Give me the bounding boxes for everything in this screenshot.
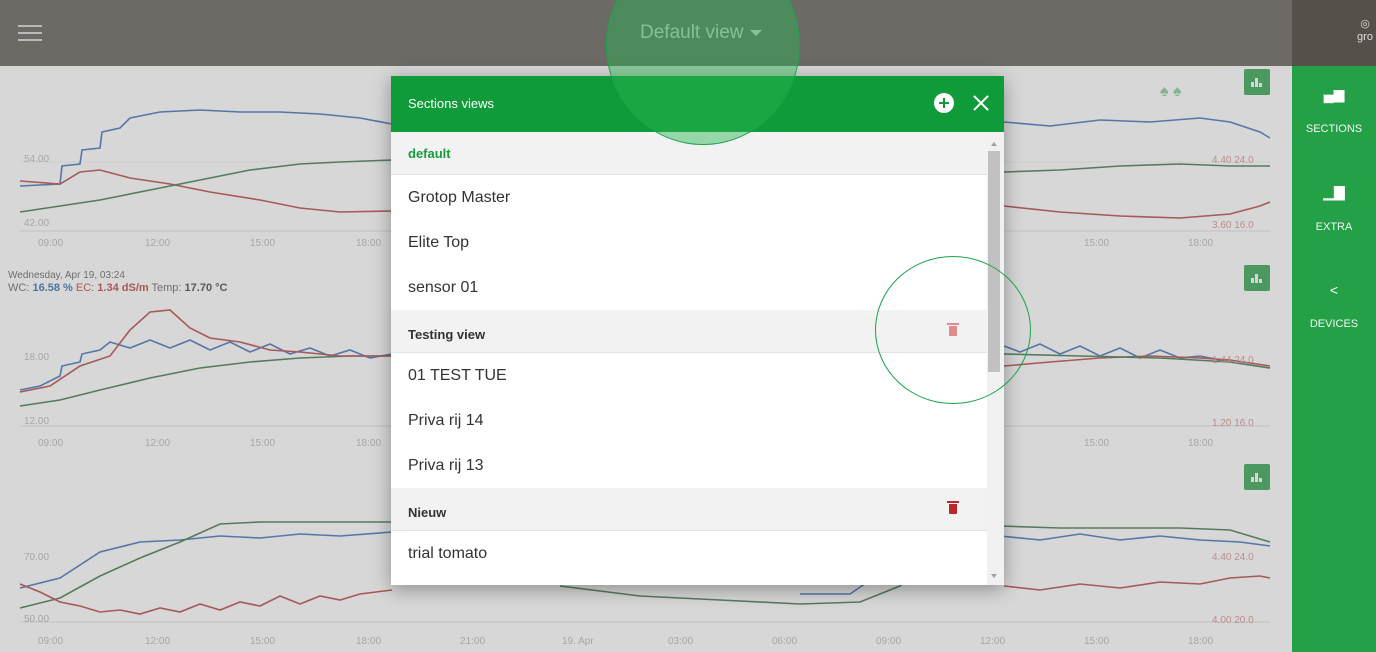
svg-text:12:00: 12:00 — [145, 238, 170, 249]
views-list: default Grotop Master Elite Top sensor 0… — [391, 132, 987, 585]
scrollbar-thumb[interactable] — [988, 151, 1000, 372]
svg-text:42.00: 42.00 — [24, 218, 49, 229]
list-item[interactable]: Priva rij 13 — [391, 443, 987, 488]
modal-header: Sections views — [391, 76, 1004, 132]
svg-text:4.40 24.0: 4.40 24.0 — [1212, 552, 1254, 563]
hamburger-icon[interactable] — [18, 25, 42, 41]
svg-text:18:00: 18:00 — [356, 238, 381, 249]
nav-extra[interactable]: ▁▇ EXTRA — [1292, 184, 1376, 233]
trash-icon[interactable] — [947, 501, 959, 514]
svg-text:15:00: 15:00 — [250, 636, 275, 647]
svg-text:18:00: 18:00 — [1188, 636, 1213, 647]
svg-text:09:00: 09:00 — [38, 438, 63, 449]
svg-text:19. Apr: 19. Apr — [562, 636, 594, 647]
nav-sections[interactable]: ▄▆ SECTIONS — [1292, 86, 1376, 135]
list-item[interactable]: trial tomato — [391, 531, 987, 576]
list-item[interactable]: Elite Top — [391, 220, 987, 265]
list-item[interactable]: Grotop Master — [391, 175, 987, 220]
group-header-nieuw[interactable]: Nieuw — [391, 488, 987, 531]
scroll-up-icon[interactable] — [991, 142, 997, 146]
svg-text:1.20 16.0: 1.20 16.0 — [1212, 418, 1254, 429]
svg-text:50.00: 50.00 — [24, 614, 49, 625]
svg-text:♠ ♠: ♠ ♠ — [1160, 83, 1182, 100]
list-item[interactable]: 01 TEST TUE — [391, 353, 987, 398]
nav-devices[interactable]: < DEVICES — [1292, 282, 1376, 330]
group-header-default[interactable]: default — [391, 132, 987, 175]
top-bar: Default view ◎ gro — [0, 0, 1376, 66]
svg-text:3.60 16.0: 3.60 16.0 — [1212, 220, 1254, 231]
close-icon[interactable] — [969, 91, 993, 115]
add-view-button[interactable] — [934, 93, 954, 113]
chart-panel-1-button[interactable] — [1244, 69, 1270, 95]
logo: ◎ gro — [1357, 18, 1373, 43]
svg-text:4.40 24.0: 4.40 24.0 — [1212, 155, 1254, 166]
svg-text:54.00: 54.00 — [24, 154, 49, 165]
svg-text:15:00: 15:00 — [1084, 238, 1109, 249]
svg-text:15:00: 15:00 — [250, 238, 275, 249]
svg-text:12:00: 12:00 — [145, 636, 170, 647]
share-icon: < — [1329, 282, 1339, 298]
svg-text:21:00: 21:00 — [460, 636, 485, 647]
column-chart-icon: ▁▇ — [1323, 184, 1345, 200]
chart-panel-3-button[interactable] — [1244, 464, 1270, 490]
chart-readout: WC: 16.58 % EC: 1.34 dS/m Temp: 17.70 °C — [8, 282, 228, 294]
svg-text:09:00: 09:00 — [38, 238, 63, 249]
modal-title: Sections views — [408, 96, 494, 111]
chart-panel-2-button[interactable] — [1244, 265, 1270, 291]
svg-text:18:00: 18:00 — [356, 438, 381, 449]
svg-text:09:00: 09:00 — [876, 636, 901, 647]
svg-text:15:00: 15:00 — [1084, 636, 1109, 647]
chart-date-label: Wednesday, Apr 19, 03:24 — [8, 270, 125, 281]
group-header-testing-view[interactable]: Testing view — [391, 310, 987, 353]
svg-text:12.00: 12.00 — [24, 416, 49, 427]
svg-text:15:00: 15:00 — [250, 438, 275, 449]
trash-icon[interactable] — [947, 323, 959, 336]
view-title: Default view — [640, 22, 744, 43]
svg-text:12:00: 12:00 — [980, 636, 1005, 647]
sections-views-modal: Sections views default Grotop Master Eli… — [391, 76, 1004, 585]
bar-chart-icon: ▄▆ — [1323, 86, 1345, 102]
svg-text:15:00: 15:00 — [1084, 438, 1109, 449]
view-selector[interactable]: Default view — [640, 22, 762, 44]
scroll-down-icon[interactable] — [991, 574, 997, 578]
svg-text:18:00: 18:00 — [1188, 438, 1213, 449]
svg-text:03:00: 03:00 — [668, 636, 693, 647]
right-sidebar: ▄▆ SECTIONS ▁▇ EXTRA < DEVICES — [1292, 66, 1376, 652]
svg-text:18:00: 18:00 — [356, 636, 381, 647]
svg-text:4.00 20.0: 4.00 20.0 — [1212, 615, 1254, 626]
svg-text:09:00: 09:00 — [38, 636, 63, 647]
caret-down-icon — [749, 29, 762, 36]
svg-text:18:00: 18:00 — [1188, 238, 1213, 249]
list-item[interactable]: Priva rij 14 — [391, 398, 987, 443]
svg-text:70.00: 70.00 — [24, 552, 49, 563]
svg-text:12:00: 12:00 — [145, 438, 170, 449]
svg-text:18.00: 18.00 — [24, 352, 49, 363]
list-item[interactable]: sensor 01 — [391, 265, 987, 310]
svg-text:06:00: 06:00 — [772, 636, 797, 647]
svg-text:1.44 24.0: 1.44 24.0 — [1212, 355, 1254, 366]
